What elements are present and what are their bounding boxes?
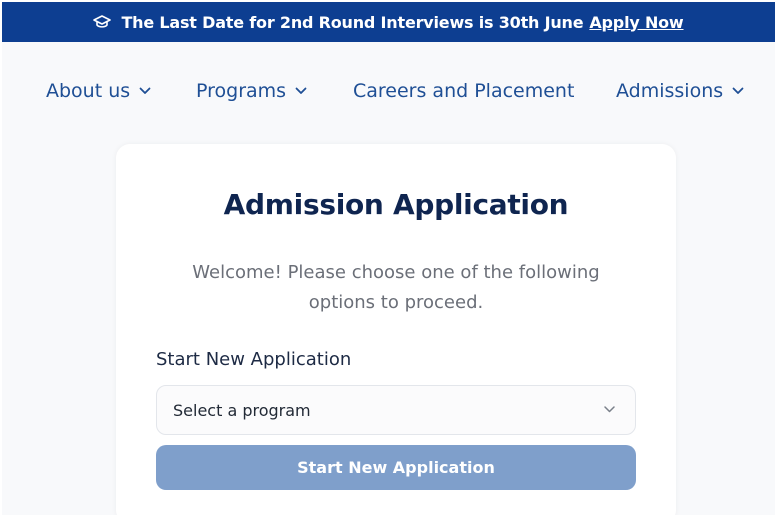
chevron-down-icon bbox=[139, 87, 151, 94]
nav-item-careers-and-placement[interactable]: Careers and Placement bbox=[353, 80, 574, 102]
welcome-text: Welcome! Please choose one of the follow… bbox=[192, 262, 600, 313]
apply-now-link[interactable]: Apply Now bbox=[589, 13, 683, 32]
graduation-cap-icon bbox=[93, 15, 112, 28]
announcement-text: The Last Date for 2nd Round Interviews i… bbox=[121, 12, 584, 32]
chevron-down-icon bbox=[604, 406, 615, 413]
program-select-value: Select a program bbox=[173, 400, 311, 420]
admission-card: Admission Application Welcome! Please ch… bbox=[116, 144, 676, 515]
page: The Last Date for 2nd Round Interviews i… bbox=[2, 2, 775, 515]
chevron-down-icon bbox=[295, 87, 307, 94]
nav-item-admissions[interactable]: Admissions bbox=[616, 80, 744, 102]
chevron-down-icon bbox=[732, 87, 744, 94]
nav-item-label: Programs bbox=[196, 80, 287, 102]
section-label: Start New Application bbox=[156, 349, 352, 370]
nav-item-programs[interactable]: Programs bbox=[196, 80, 307, 102]
nav-item-label: Admissions bbox=[616, 80, 724, 102]
program-select[interactable]: Select a program bbox=[156, 385, 636, 435]
announcement-bar: The Last Date for 2nd Round Interviews i… bbox=[2, 2, 775, 42]
nav-item-label: About us bbox=[46, 80, 131, 102]
nav-item-label: Careers and Placement bbox=[353, 80, 575, 102]
nav-item-about-us[interactable]: About us bbox=[46, 80, 151, 102]
page-title: Admission Application bbox=[223, 188, 569, 221]
start-new-application-button[interactable]: Start New Application bbox=[156, 445, 636, 490]
